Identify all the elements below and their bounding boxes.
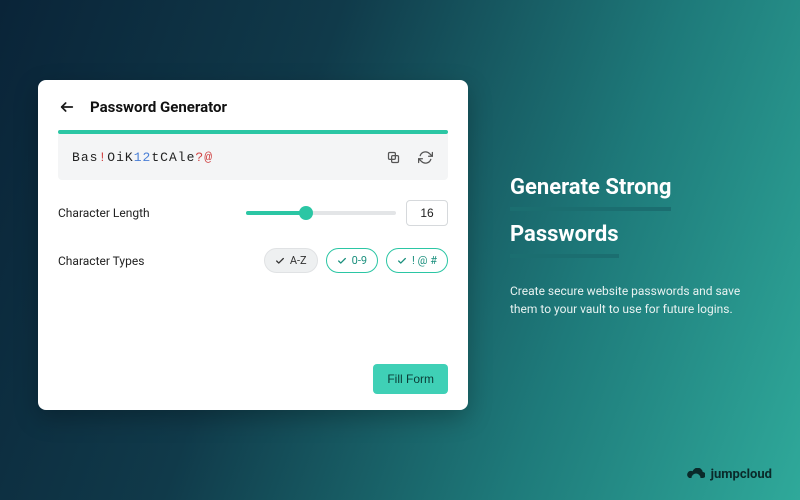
chip-digits[interactable]: 0-9 [326, 248, 378, 273]
back-arrow-icon[interactable] [58, 98, 76, 116]
character-types-label: Character Types [58, 254, 144, 268]
length-slider-wrap [246, 200, 448, 226]
check-icon [275, 256, 285, 266]
brand-name: jumpcloud [711, 467, 772, 482]
slider-thumb-icon[interactable] [299, 206, 313, 220]
generated-password-text: Bas!OiK12tCAle?@ [72, 150, 384, 165]
refresh-icon[interactable] [416, 148, 434, 166]
character-length-label: Character Length [58, 206, 150, 220]
promo-heading-line2: Passwords [510, 222, 619, 247]
fill-form-button[interactable]: Fill Form [373, 364, 448, 394]
chip-symbols-label: ! @ # [412, 254, 437, 267]
chip-alpha[interactable]: A-Z [264, 248, 318, 273]
promo-description: Create secure website passwords and save… [510, 282, 770, 318]
promo-copy: Generate Strong Passwords Create secure … [510, 170, 770, 318]
password-generator-card: Password Generator Bas!OiK12tCAle?@ Char… [38, 80, 468, 410]
card-title: Password Generator [90, 98, 227, 116]
generated-password-box: Bas!OiK12tCAle?@ [58, 134, 448, 180]
check-icon [337, 256, 347, 266]
character-type-chips: A-Z 0-9 ! @ # [264, 248, 448, 273]
length-slider[interactable] [246, 211, 396, 215]
chip-symbols[interactable]: ! @ # [386, 248, 448, 273]
brand-mark: jumpcloud [687, 467, 772, 482]
card-footer: Fill Form [58, 364, 448, 394]
copy-icon[interactable] [384, 148, 402, 166]
card-header: Password Generator [58, 98, 448, 116]
promo-heading-line1: Generate Strong [510, 175, 671, 200]
length-input[interactable] [406, 200, 448, 226]
jumpcloud-logo-icon [687, 468, 705, 482]
check-icon [397, 256, 407, 266]
chip-alpha-label: A-Z [290, 254, 307, 267]
character-length-row: Character Length [58, 200, 448, 226]
character-types-row: Character Types A-Z 0-9 ! @ # [58, 248, 448, 273]
chip-digits-label: 0-9 [352, 254, 367, 267]
password-actions [384, 148, 434, 166]
